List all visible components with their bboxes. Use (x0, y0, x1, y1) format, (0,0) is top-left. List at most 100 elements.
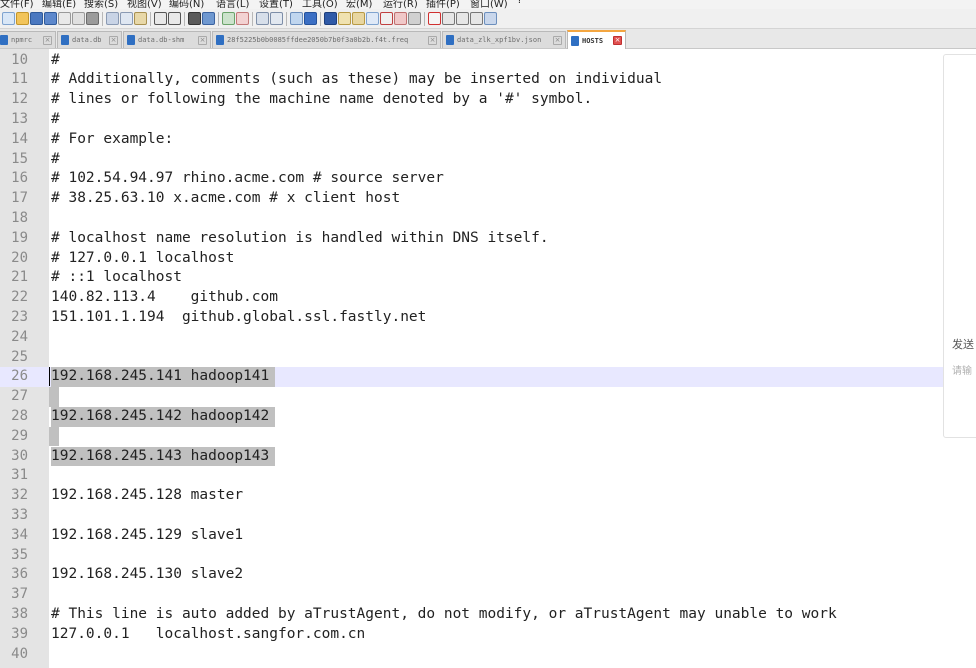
line-text[interactable]: 192.168.245.128 master (51, 486, 243, 506)
editor-line[interactable]: 20 # 127.0.0.1 localhost (0, 249, 976, 269)
editor[interactable]: 10 #11 # Additionally, comments (such as t… (0, 49, 976, 668)
editor-line[interactable]: 32 192.168.245.128 master (0, 486, 976, 506)
indent-guide-icon[interactable] (324, 12, 337, 25)
line-text[interactable]: 151.101.1.194 github.global.ssl.fastly.n… (51, 308, 426, 328)
close-file-icon[interactable] (58, 12, 71, 25)
copy-icon[interactable] (120, 12, 133, 25)
editor-line[interactable]: 36 192.168.245.130 slave2 (0, 565, 976, 585)
paste-icon[interactable] (134, 12, 147, 25)
menu-help[interactable]: ? (517, 0, 522, 6)
tab-hosts[interactable]: HOSTS × (567, 30, 626, 49)
doc-map-icon[interactable] (338, 12, 351, 25)
editor-line[interactable]: 29 (0, 426, 976, 447)
line-text[interactable]: # lines or following the machine name de… (51, 90, 592, 110)
monitoring-icon[interactable] (380, 12, 393, 25)
editor-line[interactable]: 18 (0, 209, 976, 229)
line-text[interactable]: # (51, 150, 60, 170)
editor-line[interactable]: 19 # localhost name resolution is handled… (0, 229, 976, 249)
line-text[interactable]: 192.168.245.143 hadoop143 (51, 446, 276, 467)
menu-encoding[interactable]: 编码(N) (169, 0, 204, 9)
editor-line[interactable]: 25 (0, 348, 976, 368)
editor-line[interactable]: 31 (0, 466, 976, 486)
editor-line[interactable]: 16 # 102.54.94.97 rhino.acme.com # source… (0, 169, 976, 189)
sync-scroll-icon[interactable] (256, 12, 269, 25)
menu-file[interactable]: 文件(F) (0, 0, 34, 9)
line-text[interactable]: # For example: (51, 130, 173, 150)
eye-icon[interactable] (408, 12, 421, 25)
editor-line[interactable]: 10 # (0, 51, 976, 71)
line-text[interactable]: # (51, 110, 60, 130)
line-text[interactable]: # This line is auto added by aTrustAgent… (51, 605, 837, 625)
menu-language[interactable]: 语言(L) (216, 0, 249, 9)
menu-plugins[interactable]: 插件(P) (426, 0, 460, 9)
menu-search[interactable]: 搜索(S) (84, 0, 118, 9)
close-icon[interactable]: × (198, 35, 207, 45)
editor-line[interactable]: 11 # Additionally, comments (such as thes… (0, 70, 976, 90)
tab-data-db[interactable]: data.db × (57, 31, 122, 48)
editor-line[interactable]: 23 151.101.1.194 github.global.ssl.fastly… (0, 308, 976, 328)
editor-line[interactable]: 14 # For example: (0, 130, 976, 150)
line-text[interactable]: 192.168.245.129 slave1 (51, 526, 243, 546)
editor-line[interactable]: 21 # ::1 localhost (0, 268, 976, 288)
sync-scroll-h-icon[interactable] (270, 12, 283, 25)
save-icon[interactable] (30, 12, 43, 25)
send-label[interactable]: 发送 (952, 336, 974, 352)
new-file-icon[interactable] (2, 12, 15, 25)
replace-icon[interactable] (202, 12, 215, 25)
function-list-icon[interactable] (352, 12, 365, 25)
editor-line[interactable]: 39 127.0.0.1 localhost.sangfor.com.cn (0, 625, 976, 645)
line-text[interactable]: # localhost name resolution is handled w… (51, 229, 549, 249)
editor-line[interactable]: 22 140.82.113.4 github.com (0, 288, 976, 308)
editor-line[interactable]: 17 # 38.25.63.10 x.acme.com # x client ho… (0, 189, 976, 209)
line-text[interactable]: 127.0.0.1 localhost.sangfor.com.cn (51, 625, 365, 645)
show-all-chars-icon[interactable] (304, 12, 317, 25)
editor-line[interactable]: 33 (0, 506, 976, 526)
line-text[interactable]: # 102.54.94.97 rhino.acme.com # source s… (51, 169, 444, 189)
editor-line[interactable]: 27 (0, 387, 976, 407)
stop-macro-icon[interactable] (442, 12, 455, 25)
find-icon[interactable] (188, 12, 201, 25)
line-text[interactable]: # 127.0.0.1 localhost (51, 249, 234, 269)
folder-workspace-icon[interactable] (366, 12, 379, 25)
line-text[interactable]: # 38.25.63.10 x.acme.com # x client host (51, 189, 400, 209)
save-all-icon[interactable] (44, 12, 57, 25)
menu-window[interactable]: 窗口(W) (470, 0, 508, 9)
tab-npmrc[interactable]: npmrc × (0, 31, 56, 48)
line-text[interactable]: 192.168.245.142 hadoop142 (51, 406, 276, 427)
close-icon[interactable]: × (109, 35, 118, 45)
close-all-icon[interactable] (72, 12, 85, 25)
close-icon[interactable]: × (613, 36, 622, 45)
menu-macro[interactable]: 宏(M) (346, 0, 372, 9)
editor-line[interactable]: 26 192.168.245.141 hadoop141 (0, 367, 976, 388)
close-icon[interactable]: × (43, 35, 52, 45)
editor-line[interactable]: 34 192.168.245.129 slave1 (0, 526, 976, 546)
zoom-in-icon[interactable] (222, 12, 235, 25)
doc-switcher-icon[interactable] (394, 12, 407, 25)
close-icon[interactable]: × (553, 35, 562, 45)
undo-icon[interactable] (154, 12, 167, 25)
record-macro-icon[interactable] (428, 12, 441, 25)
play-macro-icon[interactable] (456, 12, 469, 25)
tab-freq-file[interactable]: 28f5225b0b0085ffdee2050b7b0f3a0b2b.f4t.f… (212, 31, 441, 48)
editor-line[interactable]: 38 # This line is auto added by aTrustAge… (0, 605, 976, 625)
menu-view[interactable]: 视图(V) (127, 0, 162, 9)
editor-line[interactable]: 37 (0, 585, 976, 605)
cut-icon[interactable] (106, 12, 119, 25)
line-text[interactable]: # (51, 51, 60, 71)
line-text[interactable]: 192.168.245.130 slave2 (51, 565, 243, 585)
menu-run[interactable]: 运行(R) (383, 0, 418, 9)
close-icon[interactable]: × (428, 35, 437, 45)
line-text[interactable]: # Additionally, comments (such as these)… (51, 70, 662, 90)
line-text[interactable]: # ::1 localhost (51, 268, 182, 288)
line-text[interactable]: 140.82.113.4 github.com (51, 288, 278, 308)
tab-data-db-shm[interactable]: data.db-shm × (123, 31, 211, 48)
menu-edit[interactable]: 编辑(E) (42, 0, 76, 9)
editor-line[interactable]: 15 # (0, 150, 976, 170)
tab-json-file[interactable]: data_zlk_xpf1bv.json × (442, 31, 566, 48)
editor-line[interactable]: 30 192.168.245.143 hadoop143 (0, 446, 976, 467)
save-macro-icon[interactable] (484, 12, 497, 25)
menu-settings[interactable]: 设置(T) (259, 0, 293, 9)
play-macro-multiple-icon[interactable] (470, 12, 483, 25)
open-file-icon[interactable] (16, 12, 29, 25)
print-icon[interactable] (86, 12, 99, 25)
